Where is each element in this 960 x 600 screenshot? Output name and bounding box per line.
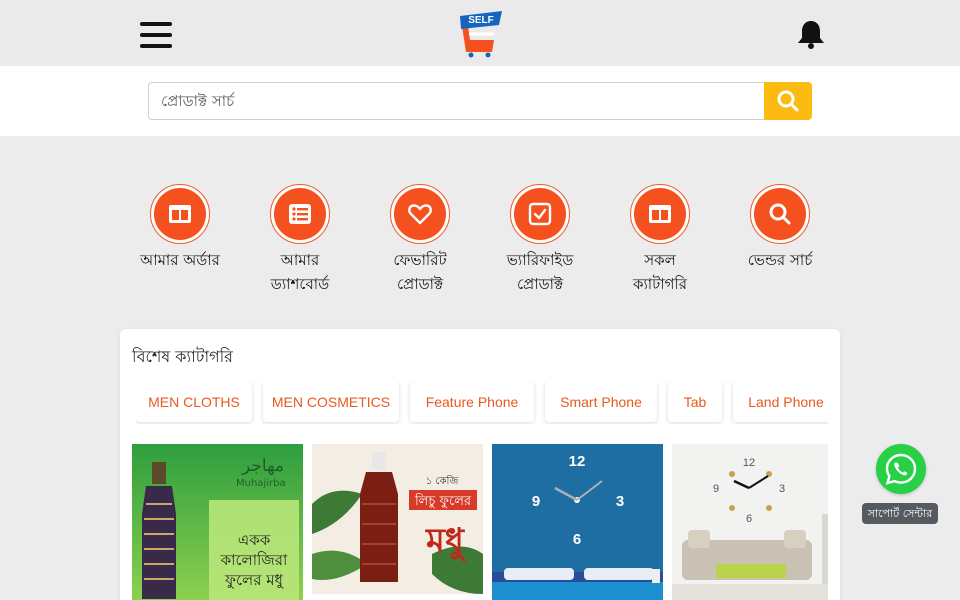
- quick-link-my-dashboard[interactable]: আমার ড্যাশবোর্ড: [240, 184, 360, 296]
- support-center-label: সাপোর্ট সেন্টার: [862, 503, 938, 524]
- category-chip[interactable]: MEN COSMETICS: [263, 382, 399, 422]
- quick-link-label: ফেভারিট প্রোডাক্ট: [393, 251, 447, 293]
- support-center-button[interactable]: সাপোর্ট সেন্টার: [862, 444, 938, 526]
- category-chip[interactable]: Land Phone: [733, 382, 828, 422]
- clock-number: 9: [713, 483, 719, 495]
- search-button[interactable]: [764, 82, 812, 120]
- heart-icon: [408, 204, 432, 225]
- columns-icon: [169, 205, 191, 223]
- svg-text:১ কেজি: ১ কেজি: [426, 475, 460, 487]
- quick-link-label: আমার ড্যাশবোর্ড: [270, 251, 330, 293]
- list-icon: [289, 204, 311, 224]
- category-chip[interactable]: Feature Phone: [410, 382, 534, 422]
- clock-number: 9: [532, 493, 540, 510]
- quick-link-verified-products[interactable]: ভ্যারিফাইড প্রোডাক্ট: [480, 184, 600, 296]
- self-logo[interactable]: SELF: [456, 10, 504, 58]
- search-bar: [0, 66, 960, 136]
- check-square-icon: [528, 202, 552, 226]
- top-bar: SELF: [0, 0, 960, 66]
- category-chip[interactable]: Smart Phone: [545, 382, 657, 422]
- search-icon: [777, 90, 799, 112]
- svg-text:একক: একক: [238, 531, 271, 549]
- quick-link-label: ভেন্ডর সার্চ: [747, 251, 813, 269]
- product-brand: Muhajirba: [236, 478, 286, 489]
- whatsapp-icon: [885, 453, 917, 485]
- clock-number: 6: [573, 531, 581, 548]
- product-title: মধু: [425, 521, 467, 562]
- product-subtitle: লিচু ফুলের: [414, 493, 472, 509]
- quick-link-label: সকল ক্যাটাগরি: [632, 251, 688, 293]
- bell-icon[interactable]: [795, 18, 827, 50]
- quick-link-vendor-search[interactable]: ভেন্ডর সার্চ: [720, 184, 840, 272]
- clock-number: 3: [779, 483, 785, 495]
- quick-link-favorite-products[interactable]: ফেভারিট প্রোডাক্ট: [360, 184, 480, 296]
- svg-text:কালোজিরা: কালোজিরা: [220, 551, 288, 569]
- section-title: বিশেষ ক্যাটাগরি: [132, 347, 233, 366]
- quick-links: আমার অর্ডার আমার ড্যাশবোর্ড ফেভারিট প্রো…: [120, 184, 840, 304]
- quick-link-my-orders[interactable]: আমার অর্ডার: [120, 184, 240, 272]
- category-chip[interactable]: MEN CLOTHS: [136, 382, 252, 422]
- hamburger-menu-icon[interactable]: [140, 22, 172, 50]
- special-categories-card: বিশেষ ক্যাটাগরি MEN CLOTHS MEN COSMETICS…: [120, 329, 840, 600]
- clock-number: 12: [743, 457, 755, 469]
- product-image-litchi-honey[interactable]: ১ কেজি লিচু ফুলের মধু: [312, 444, 483, 600]
- svg-text:مهاجر: مهاجر: [241, 456, 284, 476]
- clock-number: 12: [569, 453, 586, 470]
- search-input[interactable]: [148, 82, 764, 120]
- svg-text:ফুলের মধু: ফুলের মধু: [224, 571, 284, 589]
- product-image-kalojira-honey[interactable]: مهاجر Muhajirba একক কালোজিরা ফুলের মধু: [132, 444, 303, 600]
- product-row: مهاجر Muhajirba একক কালোজিরা ফুলের মধু ১…: [132, 444, 828, 600]
- quick-link-label: ভ্যারিফাইড প্রোডাক্ট: [506, 251, 574, 293]
- quick-link-all-categories[interactable]: সকল ক্যাটাগরি: [600, 184, 720, 296]
- clock-number: 3: [616, 493, 624, 510]
- category-chip[interactable]: Tab: [668, 382, 722, 422]
- search-icon: [769, 203, 791, 225]
- columns-icon: [649, 205, 671, 223]
- category-chip-row: MEN CLOTHS MEN COSMETICS Feature Phone S…: [136, 382, 828, 424]
- product-image-living-room-wall-clock[interactable]: 12 3 6 9: [672, 444, 828, 600]
- clock-number: 6: [746, 513, 752, 525]
- product-image-blue-wall-clock[interactable]: 12 3 6 9: [492, 444, 663, 600]
- quick-link-label: আমার অর্ডার: [140, 251, 220, 269]
- logo-text: SELF: [468, 15, 494, 26]
